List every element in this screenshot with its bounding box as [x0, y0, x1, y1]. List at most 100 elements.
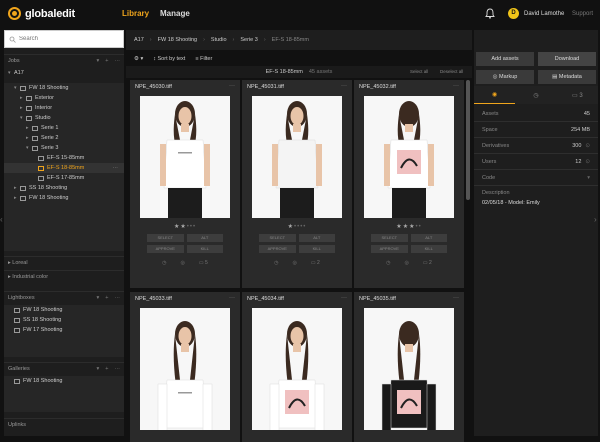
history-tab-icon[interactable]: ◷	[515, 92, 556, 99]
info-icon[interactable]: ⊙	[585, 159, 590, 165]
crumb-item[interactable]: A17	[134, 37, 144, 43]
tag-icon[interactable]: ◷	[162, 260, 166, 266]
more-icon[interactable]: ···	[341, 295, 347, 301]
tree-item[interactable]: EF-S 15-85mm	[4, 153, 124, 163]
collapse-right-icon[interactable]: ›	[594, 215, 597, 224]
tree-item[interactable]: EF-S 17-85mm	[4, 173, 124, 183]
filter-icon[interactable]: ▾	[97, 366, 100, 372]
asset-card[interactable]: NPE_45031.tiff ··· ★•••• SELECT ALT APPROVE KI…	[242, 80, 352, 288]
select-button[interactable]: SELECT	[259, 234, 296, 242]
section-industrial[interactable]: ▸ Industrial color	[4, 270, 124, 282]
more-icon[interactable]: ···	[115, 295, 121, 301]
tree-item[interactable]: ▸ SS 18 Shooting	[4, 183, 124, 193]
more-icon[interactable]: ···	[113, 165, 119, 171]
tag-icon[interactable]: ◷	[386, 260, 390, 266]
jobs-root[interactable]: ▾ A17	[4, 68, 124, 78]
markup-button[interactable]: ◎ Markup	[476, 70, 534, 84]
tree-item[interactable]: ▸ Serie 1	[4, 123, 124, 133]
star-icon[interactable]: •	[303, 224, 306, 230]
galleries-header[interactable]: Galleries ▾ + ···	[4, 362, 124, 374]
star-icon[interactable]: •	[193, 224, 196, 230]
comment-icon[interactable]: ▭ 2	[423, 260, 432, 266]
filter-icon[interactable]: ▾	[97, 295, 100, 301]
approve-button[interactable]: APPROVE	[147, 245, 184, 253]
kill-button[interactable]: KILL	[298, 245, 335, 253]
avatar[interactable]: D	[508, 8, 519, 19]
crumb-item[interactable]: Serie 3	[240, 37, 257, 43]
description-value[interactable]: 02/05/18 - Model: Emily	[482, 200, 590, 206]
info-tab-icon[interactable]: ◉	[474, 86, 516, 104]
tree-item[interactable]: ▸ Interior	[4, 103, 124, 113]
alt-button[interactable]: ALT	[298, 234, 335, 242]
nav-library[interactable]: Library	[122, 9, 149, 18]
tree-item[interactable]: ▸ FW 18 Shooting	[4, 193, 124, 203]
add-icon[interactable]: +	[105, 295, 108, 301]
uplinks-header[interactable]: Uplinks	[4, 418, 124, 430]
more-icon[interactable]: ···	[229, 83, 235, 89]
asset-thumbnail[interactable]	[140, 308, 230, 430]
search-box[interactable]	[4, 30, 124, 48]
user-name[interactable]: David Lamothe	[524, 11, 564, 17]
tree-item[interactable]: ▸ Exterior	[4, 93, 124, 103]
asset-thumbnail[interactable]	[364, 308, 454, 430]
nav-manage[interactable]: Manage	[160, 9, 190, 18]
sort-button[interactable]: ↕ Sort by text	[153, 56, 185, 62]
list-item[interactable]: FW 18 Shooting	[4, 376, 124, 386]
list-item[interactable]: FW 17 Shooting	[4, 325, 124, 335]
kill-button[interactable]: KILL	[186, 245, 223, 253]
asset-card[interactable]: NPE_45032.tiff ··· ★★★•• SELECT ALT APPROVE KI…	[354, 80, 464, 288]
comments-tab-icon[interactable]: ▭ 3	[557, 92, 598, 99]
search-input[interactable]	[19, 36, 115, 42]
approve-button[interactable]: APPROVE	[259, 245, 296, 253]
tree-item[interactable]: ▸ Serie 2	[4, 133, 124, 143]
add-icon[interactable]: +	[105, 366, 108, 372]
info-icon[interactable]: ⊙	[585, 143, 590, 149]
settings-icon[interactable]: ⚙ ▾	[134, 56, 143, 62]
asset-thumbnail[interactable]	[140, 96, 230, 218]
tree-item[interactable]: ▾ Studio	[4, 113, 124, 123]
filter-icon[interactable]: ▾	[97, 58, 100, 64]
comment-icon[interactable]: ▭ 5	[199, 260, 208, 266]
markup-icon[interactable]: ◎	[405, 260, 409, 266]
metadata-button[interactable]: ▤ Metadata	[538, 70, 596, 84]
deselect-all-link[interactable]: Deselect all	[440, 69, 463, 74]
approve-button[interactable]: APPROVE	[371, 245, 408, 253]
tree-item[interactable]: EF-S 18-85mm ···	[4, 163, 124, 173]
asset-card[interactable]: NPE_45035.tiff ···	[354, 292, 464, 442]
select-button[interactable]: SELECT	[371, 234, 408, 242]
asset-thumbnail[interactable]	[364, 96, 454, 218]
star-icon[interactable]: •	[419, 224, 422, 230]
more-icon[interactable]: ···	[341, 83, 347, 89]
kill-button[interactable]: KILL	[410, 245, 447, 253]
asset-thumbnail[interactable]	[252, 96, 342, 218]
select-button[interactable]: SELECT	[147, 234, 184, 242]
more-icon[interactable]: ···	[229, 295, 235, 301]
asset-card[interactable]: NPE_45030.tiff ··· ★★••• SELECT ALT APPROVE KI…	[130, 80, 240, 288]
scrollbar[interactable]	[466, 80, 470, 200]
section-loreal[interactable]: ▸ Loreal	[4, 256, 124, 268]
more-icon[interactable]: ···	[453, 295, 459, 301]
markup-icon[interactable]: ◎	[293, 260, 297, 266]
more-icon[interactable]: ···	[115, 366, 121, 372]
add-icon[interactable]: +	[105, 58, 108, 64]
asset-thumbnail[interactable]	[252, 308, 342, 430]
more-icon[interactable]: ···	[453, 83, 459, 89]
bell-icon[interactable]	[485, 8, 495, 19]
support-link[interactable]: Support	[572, 11, 593, 17]
alt-button[interactable]: ALT	[186, 234, 223, 242]
list-item[interactable]: FW 18 Shooting	[4, 305, 124, 315]
crumb-item[interactable]: FW 18 Shooting	[158, 37, 197, 43]
download-button[interactable]: Download	[538, 52, 596, 66]
tag-icon[interactable]: ◷	[274, 260, 278, 266]
chevron-down-icon[interactable]: ▾	[587, 175, 590, 181]
alt-button[interactable]: ALT	[410, 234, 447, 242]
markup-icon[interactable]: ◎	[181, 260, 185, 266]
app-logo[interactable]: globaledit	[8, 7, 75, 20]
list-item[interactable]: SS 18 Shooting	[4, 315, 124, 325]
add-assets-button[interactable]: Add assets	[476, 52, 534, 66]
asset-card[interactable]: NPE_45034.tiff ···	[242, 292, 352, 442]
crumb-item[interactable]: Studio	[211, 37, 227, 43]
collapse-left-icon[interactable]: ‹	[0, 215, 3, 224]
select-all-link[interactable]: Select all	[410, 69, 428, 74]
lightboxes-header[interactable]: Lightboxes ▾ + ···	[4, 291, 124, 303]
